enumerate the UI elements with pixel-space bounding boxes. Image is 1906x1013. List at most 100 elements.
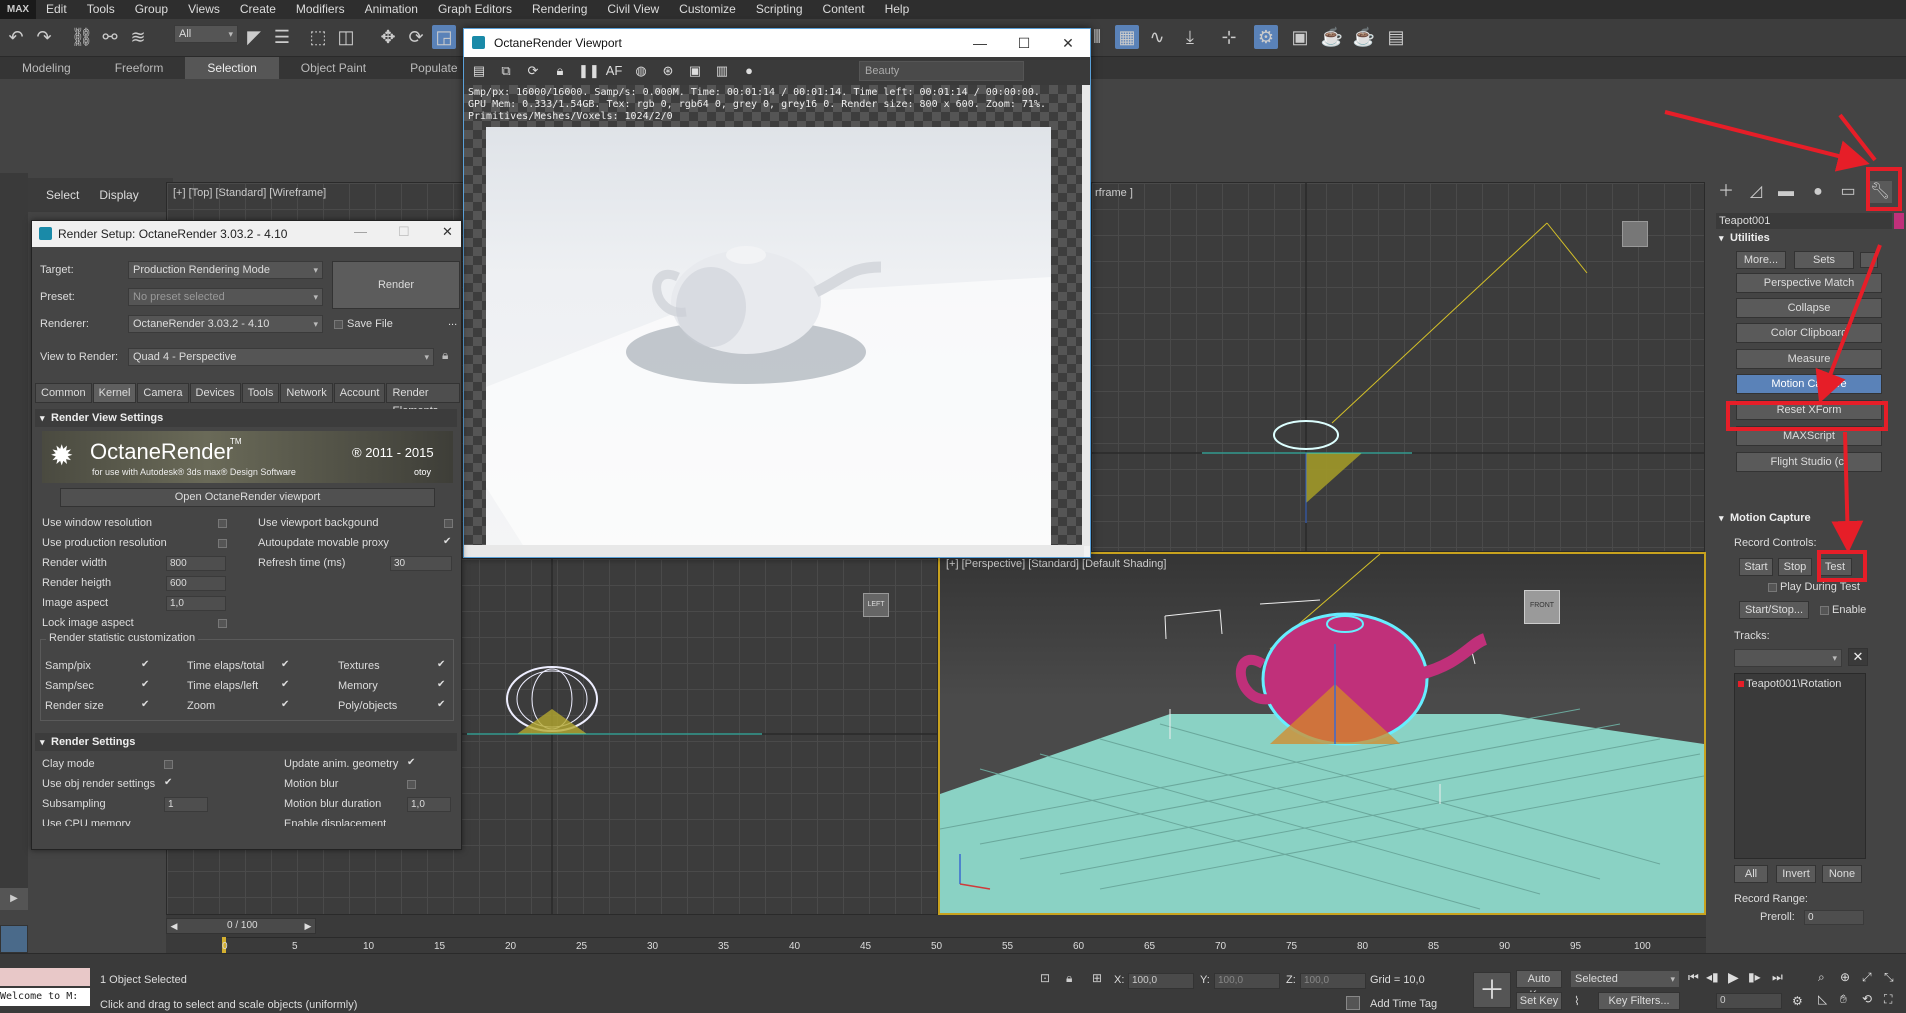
restart-render-icon[interactable]: ⟳ bbox=[524, 62, 542, 80]
rs-minimize-icon[interactable]: — bbox=[354, 224, 367, 239]
material-picker-icon[interactable]: ⊛ bbox=[659, 62, 677, 80]
motion-capture-button[interactable]: Motion Capture bbox=[1736, 374, 1882, 394]
layer-explorer-icon[interactable]: ▦ bbox=[1115, 25, 1139, 49]
use-production-resolution-checkbox[interactable] bbox=[218, 539, 227, 548]
menu-customize[interactable]: Customize bbox=[669, 0, 746, 19]
add-time-tag[interactable]: Add Time Tag bbox=[1370, 998, 1437, 1010]
target-dropdown[interactable]: Production Rendering Mode bbox=[128, 261, 323, 279]
orbit-icon[interactable]: ⟲ bbox=[1862, 992, 1872, 1006]
render-setup-icon[interactable]: ⚙ bbox=[1254, 25, 1278, 49]
tab-account[interactable]: Account bbox=[333, 383, 386, 403]
stat-render-size-checkbox[interactable]: ✔ bbox=[141, 699, 149, 710]
track-bar[interactable]: 0 5 10 15 20 25 30 35 40 45 50 55 60 65 … bbox=[222, 937, 1706, 953]
color-clipboard-button[interactable]: Color Clipboard bbox=[1736, 323, 1882, 343]
maxscript-listener-bottom[interactable]: Welcome to M: bbox=[0, 988, 90, 1006]
time-config-icon[interactable]: ⚙ bbox=[1792, 994, 1803, 1008]
preroll-spinner[interactable]: 0 bbox=[1804, 910, 1864, 925]
measure-button[interactable]: Measure bbox=[1736, 349, 1882, 369]
region-render-icon[interactable]: ▣ bbox=[686, 62, 704, 80]
subsampling-spinner[interactable]: 1 bbox=[164, 797, 208, 812]
modify-tab-icon[interactable]: ◿ bbox=[1744, 181, 1768, 203]
update-anim-geometry-checkbox[interactable]: ✔ bbox=[407, 757, 415, 768]
rs-close-icon[interactable]: ✕ bbox=[442, 224, 453, 240]
enable-checkbox[interactable] bbox=[1820, 606, 1829, 615]
menu-group[interactable]: Group bbox=[125, 0, 178, 19]
object-color-swatch[interactable] bbox=[1894, 213, 1904, 229]
left-viewcube[interactable]: LEFT bbox=[863, 593, 889, 617]
menu-edit[interactable]: Edit bbox=[36, 0, 77, 19]
viewport-front[interactable]: rframe ] bbox=[1091, 182, 1705, 552]
time-prev-icon[interactable]: ◀ bbox=[167, 919, 181, 933]
stat-textures-checkbox[interactable]: ✔ bbox=[437, 659, 445, 670]
motion-capture-rollout[interactable]: Motion Capture bbox=[1716, 509, 1904, 527]
track-item[interactable]: Teapot001\Rotation bbox=[1735, 674, 1865, 694]
menu-civil-view[interactable]: Civil View bbox=[597, 0, 669, 19]
time-next-icon[interactable]: ▶ bbox=[301, 919, 315, 933]
window-crossing-icon[interactable]: ◫ bbox=[334, 25, 358, 49]
maximize-viewport-icon[interactable]: ⛶ bbox=[1884, 992, 1892, 1007]
close-icon[interactable]: ✕ bbox=[1046, 29, 1090, 57]
tab-devices[interactable]: Devices bbox=[189, 383, 241, 403]
rendered-frame-icon[interactable]: ▣ bbox=[1288, 25, 1312, 49]
absolute-mode-icon[interactable]: ⊞ bbox=[1092, 971, 1102, 985]
refresh-time-spinner[interactable]: 30 bbox=[390, 556, 452, 571]
perspective-match-button[interactable]: Perspective Match bbox=[1736, 273, 1882, 293]
stat-samp-pix-checkbox[interactable]: ✔ bbox=[141, 659, 149, 670]
stat-poly-objects-checkbox[interactable]: ✔ bbox=[437, 699, 445, 710]
tab-kernel[interactable]: Kernel bbox=[92, 383, 137, 403]
menu-content[interactable]: Content bbox=[813, 0, 875, 19]
motion-blur-duration-spinner[interactable]: 1,0 bbox=[407, 797, 451, 812]
tracks-dropdown[interactable] bbox=[1734, 649, 1842, 667]
render-settings-header[interactable]: Render Settings bbox=[35, 733, 457, 751]
view-to-render-dropdown[interactable]: Quad 4 - Perspective bbox=[128, 348, 434, 366]
align-icon[interactable]: ⤓ bbox=[1178, 25, 1202, 49]
tab-render-elements[interactable]: Render Elements bbox=[386, 383, 460, 417]
save-file-checkbox[interactable] bbox=[334, 320, 343, 329]
octane-title-bar[interactable]: OctaneRender Viewport — ☐ ✕ bbox=[464, 29, 1090, 57]
curve-editor-icon[interactable]: ∿ bbox=[1145, 25, 1169, 49]
tracks-invert-button[interactable]: Invert bbox=[1776, 865, 1816, 883]
render-height-spinner[interactable]: 600 bbox=[166, 576, 226, 591]
copy-icon[interactable]: ⧉ bbox=[497, 62, 515, 80]
zoom-extents-icon[interactable]: ⤢ bbox=[1862, 970, 1872, 985]
viewport-top-label[interactable]: [+] [Top] [Standard] [Wireframe] bbox=[173, 187, 326, 199]
pause-icon[interactable]: ❚❚ bbox=[578, 62, 600, 80]
lock-image-aspect-checkbox[interactable] bbox=[218, 619, 227, 628]
tracks-none-button[interactable]: None bbox=[1822, 865, 1862, 883]
octane-vertical-scrollbar[interactable] bbox=[1082, 85, 1090, 546]
viewport-layout-icon[interactable] bbox=[0, 925, 28, 953]
tab-selection[interactable]: Selection bbox=[185, 57, 279, 79]
tab-camera[interactable]: Camera bbox=[137, 383, 189, 403]
select-object-icon[interactable]: ◤ bbox=[242, 25, 266, 49]
octane-render-canvas[interactable]: Smp/px: 16000/16000. Samp/s: 0.000M. Tim… bbox=[464, 85, 1084, 550]
film-region-icon[interactable]: ▥ bbox=[713, 62, 731, 80]
use-viewport-background-checkbox[interactable] bbox=[444, 519, 453, 528]
front-viewcube[interactable] bbox=[1622, 221, 1648, 247]
render-view-settings-header[interactable]: Render View Settings bbox=[35, 409, 457, 427]
render-icon[interactable]: ☕ bbox=[1320, 25, 1344, 49]
play-icon[interactable]: ▶ bbox=[1728, 969, 1739, 986]
stat-samp-sec-checkbox[interactable]: ✔ bbox=[141, 679, 149, 690]
selection-filter-dropdown[interactable]: All bbox=[174, 25, 238, 43]
flight-studio-button[interactable]: Flight Studio (c) bbox=[1736, 452, 1882, 472]
menu-graph-editors[interactable]: Graph Editors bbox=[428, 0, 522, 19]
render-iterative-icon[interactable]: ☕ bbox=[1352, 25, 1376, 49]
mocap-stop-button[interactable]: Stop bbox=[1778, 558, 1812, 576]
time-tag-icon[interactable] bbox=[1346, 996, 1360, 1010]
menu-help[interactable]: Help bbox=[875, 0, 920, 19]
start-stop-button[interactable]: Start/Stop... bbox=[1739, 601, 1809, 619]
render-setup-title-bar[interactable]: Render Setup: OctaneRender 3.03.2 - 4.10… bbox=[32, 221, 461, 247]
stat-time-total-checkbox[interactable]: ✔ bbox=[281, 659, 289, 670]
unlink-icon[interactable]: ⚯ bbox=[98, 25, 122, 49]
rotate-icon[interactable]: ⟳ bbox=[404, 25, 428, 49]
more-utilities-button[interactable]: More... bbox=[1736, 251, 1786, 269]
pan-icon[interactable]: ✋︎ bbox=[1840, 992, 1847, 1007]
goto-end-icon[interactable]: ⏭ bbox=[1772, 970, 1783, 985]
set-key-big-icon[interactable]: ＋ bbox=[1473, 972, 1511, 1008]
tab-common[interactable]: Common bbox=[35, 383, 92, 403]
undo-icon[interactable]: ↶ bbox=[4, 25, 28, 49]
use-obj-render-settings-checkbox[interactable]: ✔ bbox=[164, 777, 172, 788]
menu-modifiers[interactable]: Modifiers bbox=[286, 0, 355, 19]
zoom-extents-all-icon[interactable]: ⤡ bbox=[1884, 970, 1894, 985]
tab-modeling[interactable]: Modeling bbox=[0, 57, 93, 79]
